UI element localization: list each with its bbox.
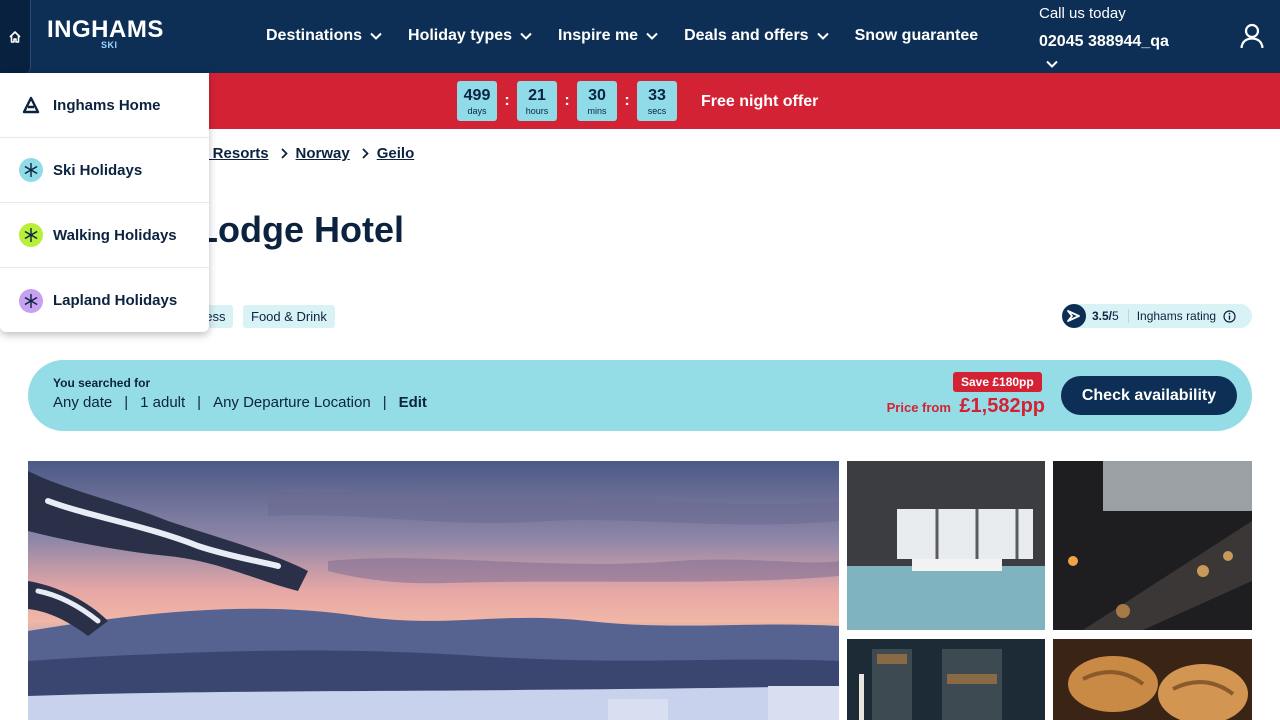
nav-label: Holiday types [408,27,513,44]
search-date: Any date [53,394,113,411]
thumbnail-restaurant[interactable] [1053,461,1252,630]
tag-food-drink: Food & Drink [243,305,335,328]
nav-inspire-me[interactable]: Inspire me [558,25,658,47]
breadcrumb-norway[interactable]: Norway [296,145,350,162]
nav-label: Snow guarantee [854,27,979,44]
nav-snow-guarantee[interactable]: Snow guarantee [855,25,979,47]
countdown-timer: 499 days : 21 hours : 30 mins : 33 secs [457,81,677,121]
call-us-block[interactable]: Call us today 02045 388944_qa [1039,5,1169,68]
nav-label: Deals and offers [684,27,809,44]
price-from: Price from £1,582pp [887,395,1045,418]
edit-search-link[interactable]: Edit [399,394,427,411]
search-summary-bar: You searched for Any date | 1 adult | An… [28,360,1252,431]
logo-sub-text: SKI [101,40,118,50]
countdown-days: 499 days [457,81,497,121]
thumbnail-library[interactable] [847,639,1045,720]
site-switcher-menu: Inghams Home Ski Holidays Walking Holida… [0,73,209,332]
countdown-value: 33 [648,87,666,104]
main-nav: Destinations Holiday types Inspire me De… [266,25,1004,47]
countdown-value: 30 [588,87,606,104]
countdown-secs: 33 secs [637,81,677,121]
thumbnail-restaurant-illustration [1053,461,1252,630]
countdown-unit: secs [647,106,667,116]
nav-label: Destinations [266,27,363,44]
thumbnail-pastries[interactable] [1053,639,1252,720]
check-availability-button[interactable]: Check availability [1061,376,1237,415]
price-from-label: Price from [886,400,951,415]
countdown-separator: : [624,92,630,109]
breadcrumb: ki Resorts Norway Geilo [196,145,414,162]
rating-label: Inghams rating [1136,309,1217,323]
countdown-separator: : [504,92,510,109]
info-icon[interactable] [1223,309,1236,323]
countdown-unit: days [467,106,487,116]
hero-image-illustration [28,461,839,720]
rating-max: 5 [1112,309,1119,323]
countdown-unit: hours [525,106,549,116]
rating-value: 3.5/ [1092,309,1113,323]
inghams-logo-icon [19,93,43,117]
thumbnail-pool-illustration [847,461,1045,630]
switcher-item-lapland-holidays[interactable]: Lapland Holidays [0,268,209,333]
thumbnail-pool[interactable] [847,461,1045,630]
countdown-mins: 30 mins [577,81,617,121]
save-badge: Save £180pp [953,372,1042,392]
thumbnail-pastries-illustration [1053,639,1252,720]
hiking-icon [19,223,43,247]
switcher-item-label: Inghams Home [53,96,161,114]
lapland-icon [19,288,43,313]
switcher-item-label: Lapland Holidays [53,292,178,309]
search-criteria: Any date | 1 adult | Any Departure Locat… [53,394,427,411]
inghams-rating[interactable]: 3.5/5 Inghams rating [1062,304,1252,328]
snowflake-icon [19,158,43,182]
countdown-separator: : [564,92,570,109]
top-navigation: INGHAMS SKI Destinations Holiday types I… [0,0,1280,73]
nav-deals-and-offers[interactable]: Deals and offers [684,25,829,47]
nav-holiday-types[interactable]: Holiday types [408,25,532,47]
price-amount: £1,582pp [959,395,1045,417]
divider: | [197,394,202,411]
thumbnail-library-illustration [847,639,1045,720]
chevron-right-icon [280,148,288,159]
countdown-hours: 21 hours [517,81,557,121]
divider: | [124,394,129,411]
hero-image-geilo-sunset[interactable] [28,461,839,720]
nav-destinations[interactable]: Destinations [266,25,382,47]
phone-number[interactable]: 02045 388944_qa [1039,33,1169,51]
logo-brand-text: INGHAMS [47,16,164,43]
switcher-item-label: Ski Holidays [53,161,143,179]
account-button[interactable] [1239,23,1265,54]
user-icon [1240,23,1264,49]
countdown-value: 21 [528,87,546,104]
page-title: Lodge Hotel [196,209,404,250]
switcher-item-label: Walking Holidays [53,226,177,244]
switcher-item-ski-holidays[interactable]: Ski Holidays [0,138,209,203]
divider: | [382,394,387,411]
breadcrumb-geilo[interactable]: Geilo [377,145,415,162]
search-departure: Any Departure Location [213,394,371,411]
chevron-down-icon [370,32,382,40]
chevron-right-icon [362,148,369,159]
nav-label: Inspire me [558,27,639,44]
search-adults: 1 adult [140,394,186,411]
searched-for-label: You searched for [53,376,151,390]
inghams-arrow-icon [1062,304,1086,328]
call-us-label: Call us today [1039,5,1126,22]
countdown-value: 499 [463,87,491,104]
switcher-item-walking-holidays[interactable]: Walking Holidays [0,203,209,268]
switcher-item-inghams-home[interactable]: Inghams Home [0,73,209,138]
inghams-logo[interactable]: INGHAMS SKI [47,16,164,51]
rating-score: 3.5/5 [1092,309,1129,323]
home-icon [9,30,21,43]
chevron-down-icon [646,32,658,40]
free-night-offer-link[interactable]: Free night offer [701,93,818,111]
chevron-down-icon [520,32,532,40]
home-tab-button[interactable] [0,0,31,73]
chevron-down-icon[interactable] [1046,55,1058,73]
countdown-unit: mins [587,106,607,116]
chevron-down-icon [816,32,829,40]
